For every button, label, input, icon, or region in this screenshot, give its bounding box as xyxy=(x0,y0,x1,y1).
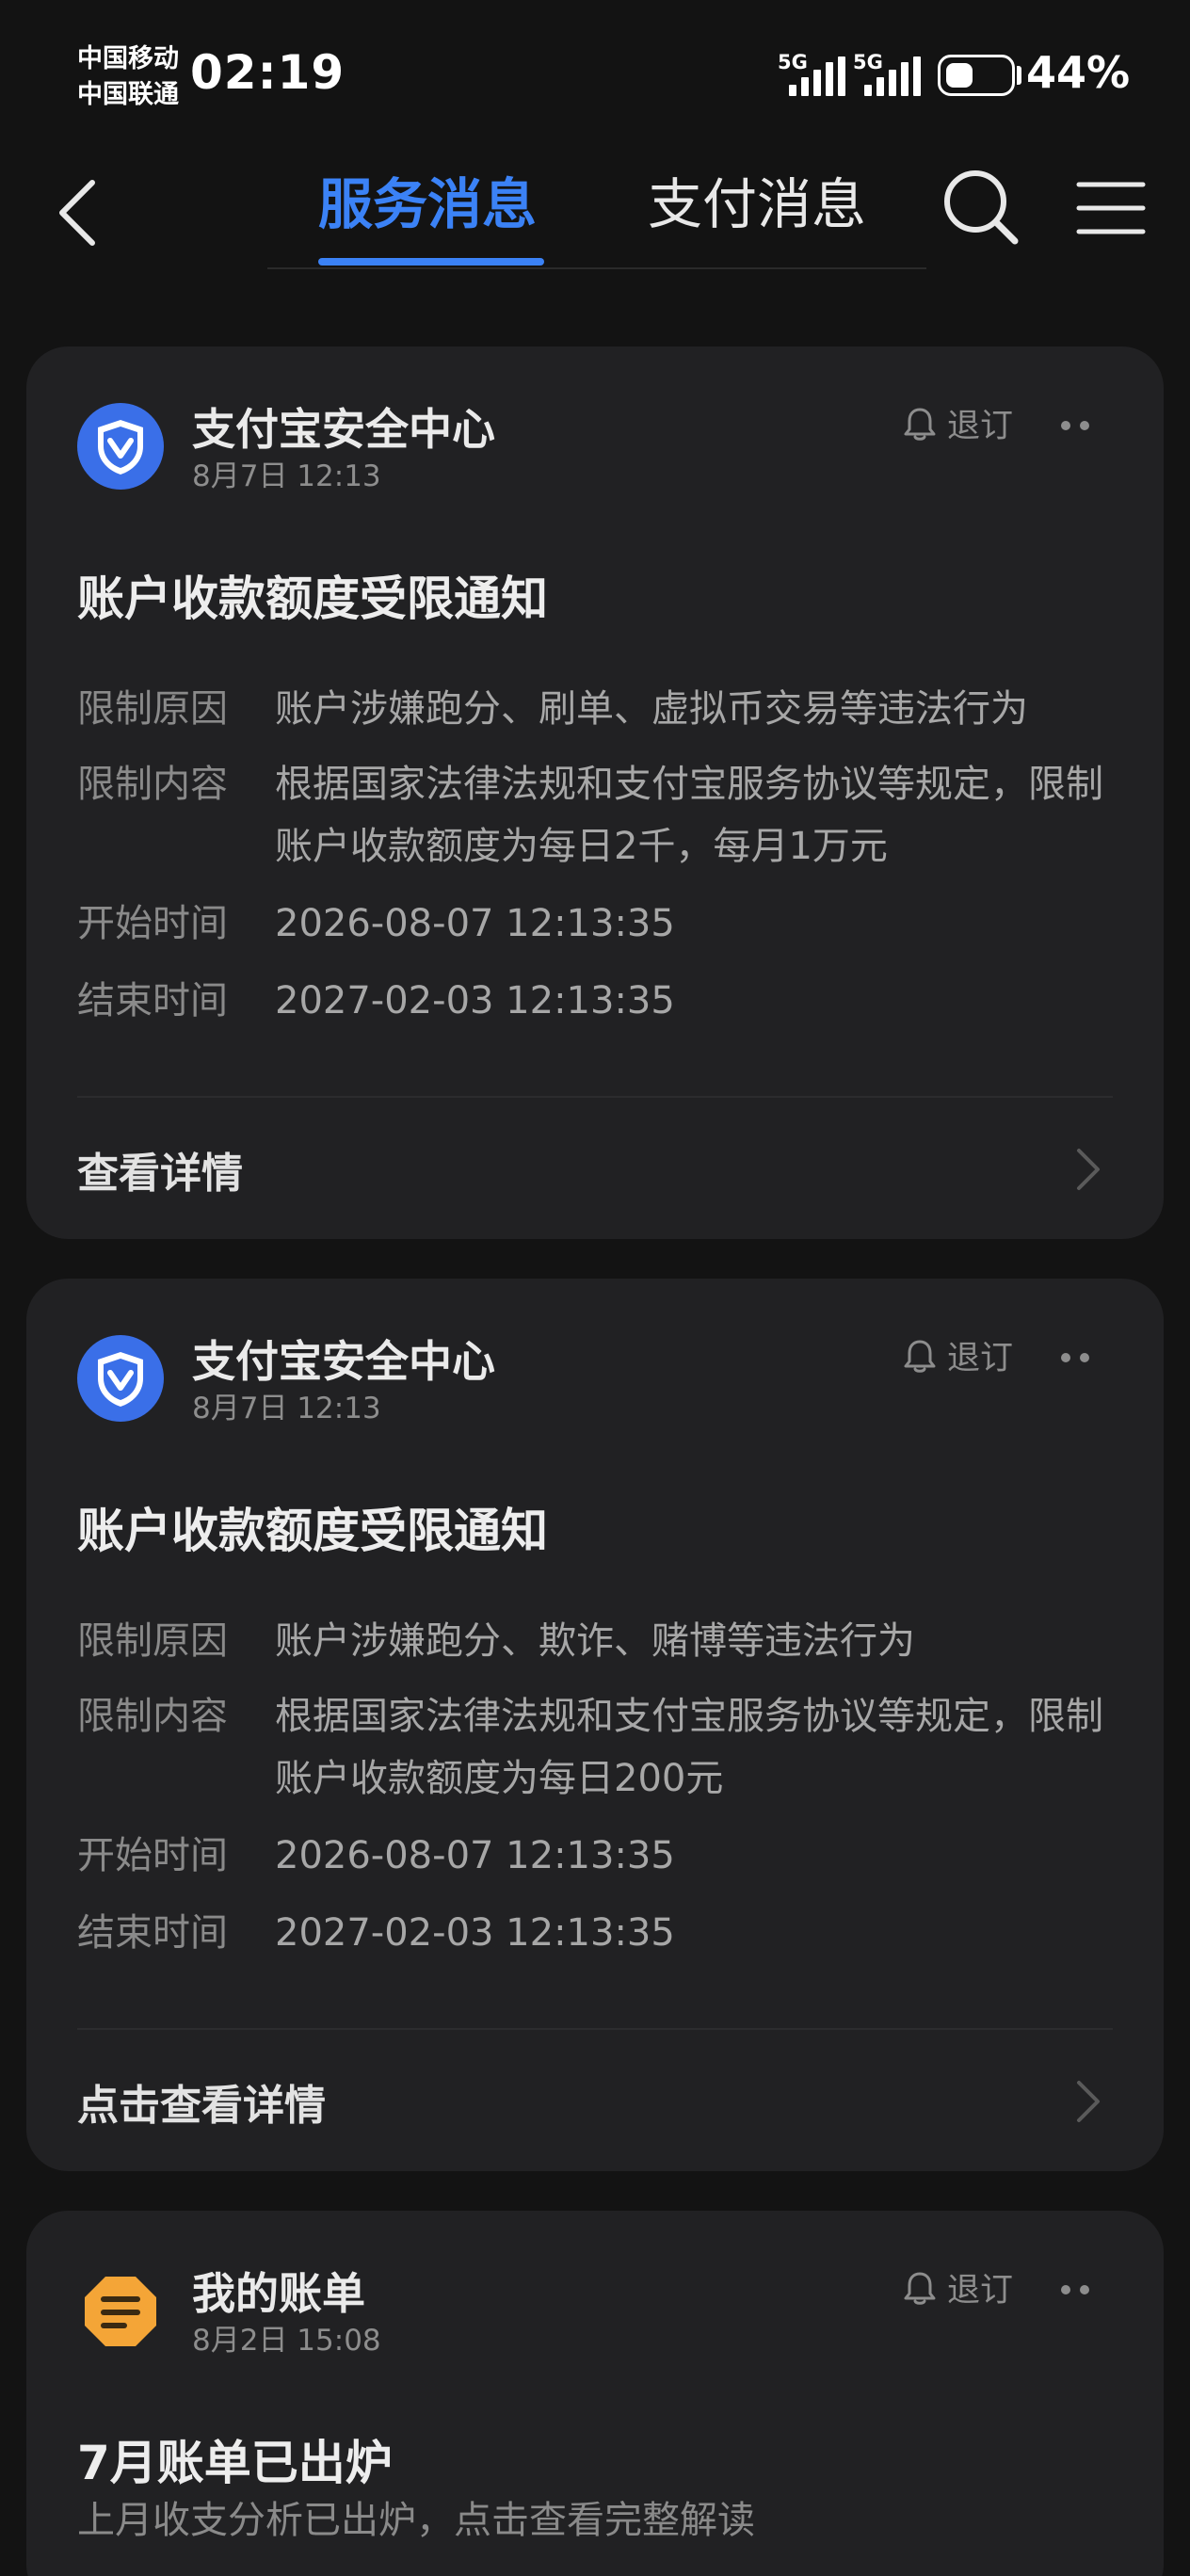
field-value: 2026-08-07 12:13:35 xyxy=(275,1834,675,1877)
battery-icon xyxy=(938,55,1015,96)
security-shield-icon xyxy=(77,403,164,490)
more-options-icon[interactable] xyxy=(1056,1348,1094,1367)
active-tab-indicator xyxy=(318,258,544,266)
field-row: 开始时间 2026-08-07 12:13:35 xyxy=(77,893,1122,955)
field-row: 结束时间 2027-02-03 12:13:35 xyxy=(77,1902,1122,1964)
security-shield-icon xyxy=(77,1335,164,1422)
field-value: 账户涉嫌跑分、欺诈、赌博等违法行为 xyxy=(275,1619,915,1663)
search-icon[interactable] xyxy=(940,166,1021,247)
more-options-icon[interactable] xyxy=(1056,2280,1094,2299)
menu-icon[interactable] xyxy=(1075,179,1147,237)
bell-icon xyxy=(904,1340,936,1373)
card-divider xyxy=(77,2028,1113,2030)
field-label: 限制内容 xyxy=(77,1695,228,1738)
bell-icon xyxy=(904,408,936,441)
field-row: 结束时间 2027-02-03 12:13:35 xyxy=(77,970,1122,1032)
unsubscribe-button[interactable]: 退订 xyxy=(902,1331,1013,1379)
chevron-right-icon xyxy=(1077,2081,1100,2122)
field-label: 开始时间 xyxy=(77,902,228,945)
carrier-names: 中国移动 中国联通 xyxy=(77,41,179,113)
field-row: 限制内容 根据国家法律法规和支付宝服务协议等规定，限制账户收款额度为每日200元 xyxy=(77,1685,1122,1810)
status-bar: 中国移动 中国联通 02:19 5G 5G 44% xyxy=(0,0,1190,141)
signal-2-icon: 5G xyxy=(853,51,925,96)
field-row: 限制原因 账户涉嫌跑分、刷单、虚拟币交易等违法行为 xyxy=(77,678,1122,740)
field-value: 根据国家法律法规和支付宝服务协议等规定，限制账户收款额度为每日200元 xyxy=(275,1695,1103,1800)
message-card[interactable]: 支付宝安全中心 8月7日 12:13 退订 账户收款额度受限通知 限制原因 账户… xyxy=(26,346,1164,1239)
tab-payment-messages[interactable]: 支付消息 xyxy=(648,160,866,239)
unsubscribe-label: 退订 xyxy=(947,408,1014,445)
battery-fill xyxy=(946,63,973,88)
sender-name: 我的账单 xyxy=(192,2268,365,2319)
view-details-link[interactable]: 查看详情 xyxy=(77,1139,243,1199)
app-header: 服务消息 支付消息 xyxy=(0,141,1190,282)
message-time: 8月2日 15:08 xyxy=(192,2324,381,2358)
notification-subtitle: 上月收支分析已出炉，点击查看完整解读 xyxy=(77,2499,755,2542)
bill-icon xyxy=(85,2277,156,2346)
field-label: 结束时间 xyxy=(77,1911,228,1955)
notification-title: 账户收款额度受限通知 xyxy=(77,572,548,626)
message-card[interactable]: 支付宝安全中心 8月7日 12:13 退订 账户收款额度受限通知 限制原因 账户… xyxy=(26,1279,1164,2171)
message-time: 8月7日 12:13 xyxy=(192,459,381,493)
more-options-icon[interactable] xyxy=(1056,416,1094,435)
sender-name: 支付宝安全中心 xyxy=(192,404,495,455)
message-card[interactable]: 我的账单 8月2日 15:08 退订 7月账单已出炉 上月收支分析已出炉，点击查… xyxy=(26,2211,1164,2576)
notification-title: 7月账单已出炉 xyxy=(77,2436,393,2490)
carrier-2: 中国联通 xyxy=(77,80,179,109)
tab-service-messages[interactable]: 服务消息 xyxy=(318,160,537,239)
notification-title: 账户收款额度受限通知 xyxy=(77,1504,548,1558)
chevron-right-icon xyxy=(1077,1149,1100,1190)
field-value: 根据国家法律法规和支付宝服务协议等规定，限制账户收款额度为每日2千，每月1万元 xyxy=(275,763,1103,868)
unsubscribe-label: 退订 xyxy=(947,1340,1014,1377)
field-value: 2027-02-03 12:13:35 xyxy=(275,1911,675,1955)
back-arrow-icon[interactable] xyxy=(51,175,107,250)
unsubscribe-button[interactable]: 退订 xyxy=(902,399,1013,447)
clock: 02:19 xyxy=(190,45,346,100)
field-row: 限制内容 根据国家法律法规和支付宝服务协议等规定，限制账户收款额度为每日2千，每… xyxy=(77,753,1122,877)
carrier-1: 中国移动 xyxy=(77,44,179,73)
sender-name: 支付宝安全中心 xyxy=(192,1336,495,1387)
field-value: 账户涉嫌跑分、刷单、虚拟币交易等违法行为 xyxy=(275,687,1028,731)
field-value: 2026-08-07 12:13:35 xyxy=(275,902,675,945)
field-label: 限制原因 xyxy=(77,1619,228,1663)
unsubscribe-label: 退订 xyxy=(947,2272,1014,2310)
tabs-divider xyxy=(267,267,926,269)
field-label: 限制原因 xyxy=(77,687,228,731)
unsubscribe-button[interactable]: 退订 xyxy=(902,2263,1013,2311)
field-row: 开始时间 2026-08-07 12:13:35 xyxy=(77,1825,1122,1887)
field-row: 限制原因 账户涉嫌跑分、欺诈、赌博等违法行为 xyxy=(77,1610,1122,1672)
field-value: 2027-02-03 12:13:35 xyxy=(275,979,675,1022)
battery-tip xyxy=(1017,66,1021,85)
field-label: 结束时间 xyxy=(77,979,228,1022)
message-time: 8月7日 12:13 xyxy=(192,1392,381,1425)
field-label: 开始时间 xyxy=(77,1834,228,1877)
card-divider xyxy=(77,1096,1113,1098)
bell-icon xyxy=(904,2272,936,2305)
signal-1-icon: 5G xyxy=(778,51,849,96)
view-details-link[interactable]: 点击查看详情 xyxy=(77,2071,326,2132)
field-label: 限制内容 xyxy=(77,763,228,806)
battery-percent: 44% xyxy=(1026,47,1131,98)
